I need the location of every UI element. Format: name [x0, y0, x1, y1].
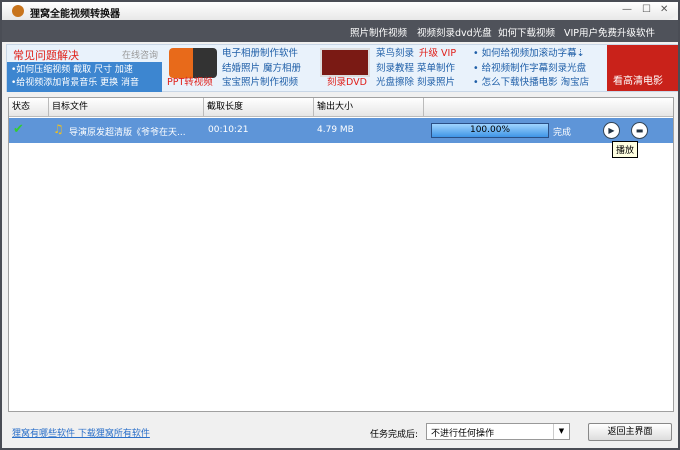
ppt-video-icon[interactable]: [169, 48, 217, 78]
faq-title[interactable]: 常见问题解决: [13, 47, 79, 63]
tip-link-1[interactable]: • 如何给视频加滚动字幕⇣: [473, 47, 585, 61]
col-length[interactable]: 截取长度: [204, 98, 314, 117]
status-text: 完成: [553, 128, 572, 138]
size-value: 4.79 MB: [317, 125, 354, 135]
all-software-link[interactable]: 狸窝有哪些软件 下载狸窝所有软件: [12, 426, 150, 439]
album-link-2[interactable]: 结婚照片 魔方相册: [222, 62, 301, 76]
check-icon: ✔: [13, 122, 24, 137]
col-status[interactable]: 状态: [9, 98, 49, 117]
length-value: 00:10:21: [208, 125, 249, 135]
after-task-select[interactable]: 不进行任何操作 ▼: [426, 423, 570, 440]
tip-link-3[interactable]: • 怎么下载快播电影 淘宝店: [473, 76, 589, 90]
maximize-button[interactable]: ☐: [642, 4, 651, 15]
minimize-button[interactable]: —: [622, 4, 632, 15]
dvd-thumbnail[interactable]: [320, 48, 370, 77]
task-list: 状态 目标文件 截取长度 输出大小 ✔ ♫ 导演原发超清版《爷爷在天... 00…: [8, 97, 674, 412]
col-progress: [424, 98, 673, 117]
after-task-label: 任务完成后:: [370, 430, 419, 440]
faq-link-compress[interactable]: •如何压缩视频 截取 尺寸 加速: [11, 64, 158, 77]
tip-link-2[interactable]: • 给视频制作字幕刻录光盘: [473, 62, 586, 76]
app-logo-icon: [12, 5, 24, 17]
album-link-1[interactable]: 电子相册制作软件: [222, 47, 298, 61]
table-row[interactable]: ✔ ♫ 导演原发超清版《爷爷在天... 00:10:21 4.79 MB 100…: [9, 118, 673, 143]
hd-movie-ad[interactable]: 看高清电影: [607, 45, 678, 91]
file-name: 导演原发超清版《爷爷在天...: [69, 128, 186, 138]
open-folder-icon[interactable]: ▬: [631, 122, 648, 139]
ppt-to-video-link[interactable]: PPT转视频: [167, 76, 213, 90]
top-nav: 照片制作视频 视频刻录dvd光盘 如何下载视频 VIP用户免费升级软件: [2, 20, 678, 42]
nav-photo-video[interactable]: 照片制作视频: [350, 25, 407, 39]
burn-tutorial-link[interactable]: 刻录教程 菜单制作: [376, 62, 455, 76]
close-button[interactable]: ✕: [660, 4, 668, 15]
upgrade-vip-link[interactable]: 升级 VIP: [419, 47, 456, 61]
chevron-down-icon[interactable]: ▼: [553, 424, 569, 439]
online-consult-link[interactable]: 在线咨询: [122, 48, 158, 61]
nav-vip-upgrade[interactable]: VIP用户免费升级软件: [564, 25, 655, 39]
nav-dvd-burn[interactable]: 视频刻录dvd光盘: [417, 25, 492, 39]
col-size[interactable]: 输出大小: [314, 98, 424, 117]
back-to-main-button[interactable]: 返回主界面: [588, 423, 672, 441]
window-title: 狸窝全能视频转换器: [30, 9, 120, 20]
title-bar: 狸窝全能视频转换器 — ☐ ✕: [2, 2, 678, 20]
col-target-file[interactable]: 目标文件: [49, 98, 204, 117]
burn-beginner-link[interactable]: 菜鸟刻录: [376, 47, 414, 61]
nav-download-video[interactable]: 如何下载视频: [498, 25, 555, 39]
music-file-icon: ♫: [53, 122, 64, 136]
tooltip: 播放: [612, 141, 639, 158]
play-icon[interactable]: ▶: [603, 122, 620, 139]
disc-erase-link[interactable]: 光盘擦除 刻录照片: [376, 76, 455, 90]
album-link-3[interactable]: 宝宝照片制作视频: [222, 76, 298, 90]
after-task-value: 不进行任何操作: [431, 429, 495, 439]
burn-dvd-link[interactable]: 刻录DVD: [327, 76, 367, 90]
ad-banner: 常见问题解决 在线咨询 •如何压缩视频 截取 尺寸 加速 •给视频添加背景音乐 …: [6, 44, 678, 92]
faq-panel: 常见问题解决 在线咨询 •如何压缩视频 截取 尺寸 加速 •给视频添加背景音乐 …: [7, 45, 162, 92]
table-header: 状态 目标文件 截取长度 输出大小: [9, 98, 673, 117]
progress-bar: 100.00%: [431, 123, 549, 138]
faq-link-music[interactable]: •给视频添加背景音乐 更换 消音: [11, 77, 158, 90]
app-window: 狸窝全能视频转换器 — ☐ ✕ 照片制作视频 视频刻录dvd光盘 如何下载视频 …: [0, 0, 680, 450]
